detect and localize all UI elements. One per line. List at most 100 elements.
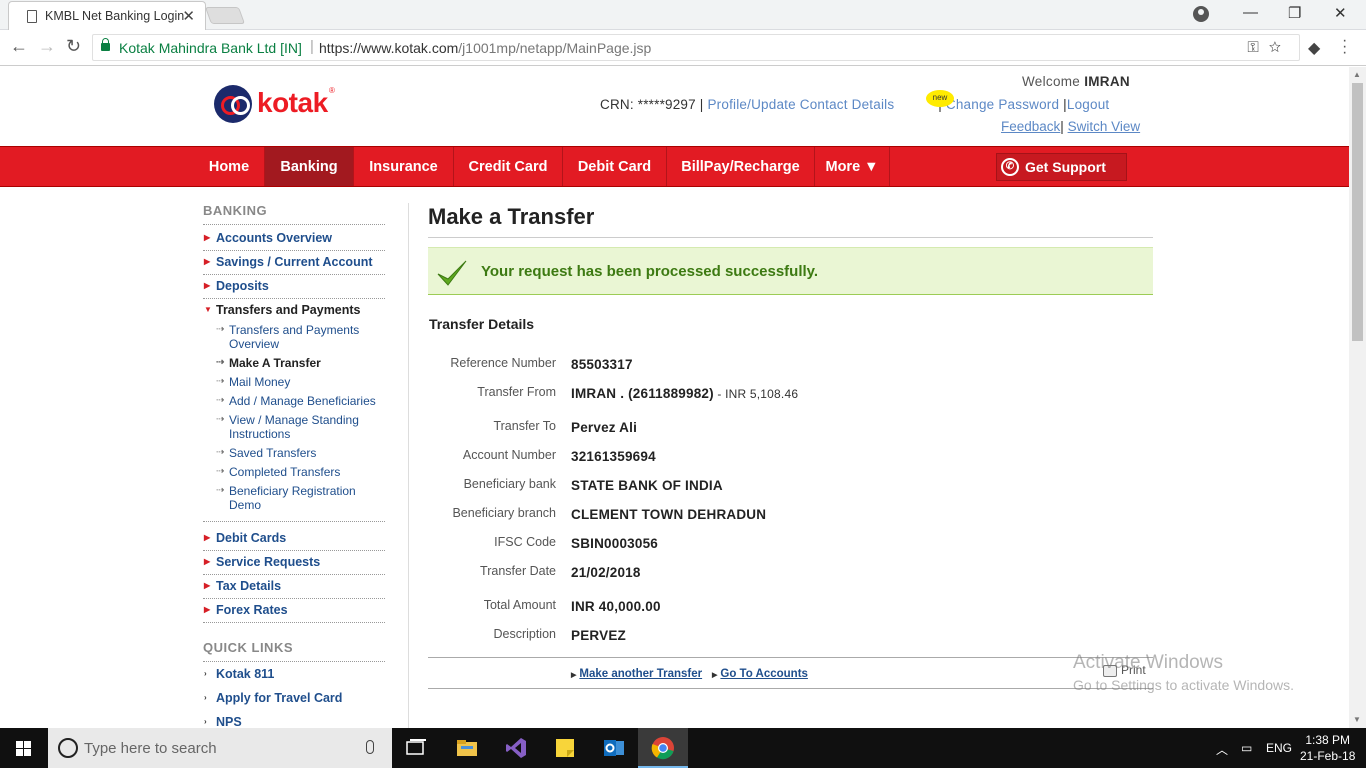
sidebar-item-accounts-overview[interactable]: ▶ Accounts Overview <box>203 227 385 251</box>
welcome-text: Welcome IMRAN <box>1022 74 1130 89</box>
new-tab-button[interactable] <box>204 7 246 24</box>
forward-icon[interactable]: → <box>38 36 56 57</box>
nav-home[interactable]: Home <box>194 147 265 186</box>
sub-arrow-icon: ⇢ <box>216 466 225 477</box>
sidebar-subitem-standing-instructions[interactable]: ⇢ View / Manage Standing Instructions <box>216 413 385 441</box>
tab-title: KMBL Net Banking Login <box>45 9 185 23</box>
bullet-arrow-icon: ▶ <box>204 581 211 590</box>
url-input[interactable]: Kotak Mahindra Bank Ltd [IN] | https://w… <box>92 34 1300 61</box>
sticky-notes-icon[interactable] <box>553 736 577 760</box>
sidebar-subitem-registration-demo[interactable]: ⇢ Beneficiary Registration Demo <box>216 484 385 512</box>
quick-link-travel-card[interactable]: › Apply for Travel Card <box>203 687 385 711</box>
get-support-button[interactable]: ✆ Get Support <box>996 153 1127 181</box>
sidebar-item-debit-cards[interactable]: ▶ Debit Cards <box>203 527 385 551</box>
secondary-links: Feedback| Switch View <box>1001 119 1140 134</box>
tray-chevron-icon[interactable]: ︿ <box>1216 741 1228 758</box>
value-beneficiary-branch: CLEMENT TOWN DEHRADUN <box>571 507 767 522</box>
close-window-button[interactable]: ✕ <box>1334 4 1347 22</box>
feedback-link[interactable]: Feedback <box>1001 119 1060 134</box>
scrollbar-thumb[interactable] <box>1352 83 1363 341</box>
page-title: Make a Transfer <box>428 204 595 229</box>
profile-link[interactable]: Profile/Update Contact Details <box>707 97 894 112</box>
sidebar-subitem-beneficiaries[interactable]: ⇢ Add / Manage Beneficiaries <box>216 394 385 408</box>
sidebar-subitem-saved-transfers[interactable]: ⇢ Saved Transfers <box>216 446 385 460</box>
value-transfer-date: 21/02/2018 <box>571 565 641 580</box>
label-beneficiary-bank: Beneficiary bank <box>463 477 556 491</box>
secure-site-name: Kotak Mahindra Bank Ltd [IN] <box>119 40 302 56</box>
make-another-transfer-link[interactable]: ▶ Make another Transfer <box>571 668 702 680</box>
nav-debit-card[interactable]: Debit Card <box>563 147 667 186</box>
bullet-arrow-icon: › <box>204 693 207 702</box>
page-scrollbar[interactable]: ▲ ▼ <box>1349 67 1366 728</box>
label-account-number: Account Number <box>462 448 556 462</box>
bullet-arrow-icon: ▶ <box>204 533 211 542</box>
browser-menu-icon[interactable]: · · · <box>1342 33 1347 61</box>
nav-credit-card[interactable]: Credit Card <box>454 147 563 186</box>
lock-icon <box>101 38 110 51</box>
restore-button[interactable]: ❐ <box>1288 4 1301 22</box>
quick-link-kotak-811[interactable]: › Kotak 811 <box>203 663 385 687</box>
browser-tab[interactable]: KMBL Net Banking Login ✕ <box>8 1 206 30</box>
sidebar-item-forex-rates[interactable]: ▶ Forex Rates <box>203 599 385 623</box>
outlook-icon[interactable] <box>602 736 626 760</box>
crn-number: CRN: *****9297 | <box>600 97 704 112</box>
sidebar-subitem-transfers-overview[interactable]: ⇢ Transfers and Payments Overview <box>216 323 385 351</box>
taskbar-search-input[interactable]: Type here to search <box>48 728 392 768</box>
back-icon[interactable]: ← <box>10 36 28 57</box>
taskbar-clock[interactable]: 1:38 PM 21-Feb-18 <box>1300 732 1355 764</box>
minimize-button[interactable]: — <box>1243 4 1258 21</box>
crn-line: CRN: *****9297 | Profile/Update Contact … <box>600 97 1109 112</box>
value-beneficiary-bank: STATE BANK OF INDIA <box>571 478 723 493</box>
nav-more[interactable]: More ▼ <box>815 147 890 186</box>
battery-icon[interactable]: ▭ <box>1241 741 1252 755</box>
switch-view-link[interactable]: Switch View <box>1068 119 1141 134</box>
sidebar-subitem-make-transfer[interactable]: ⇢ Make A Transfer <box>216 356 385 370</box>
visual-studio-icon[interactable] <box>504 736 528 760</box>
search-placeholder: Type here to search <box>84 740 217 757</box>
task-view-icon[interactable] <box>404 736 428 760</box>
checkmark-icon <box>437 260 467 286</box>
logout-link[interactable]: Logout <box>1067 97 1110 112</box>
sidebar-item-tax-details[interactable]: ▶ Tax Details <box>203 575 385 599</box>
main-navbar: Home Banking Insurance Credit Card Debit… <box>0 146 1350 187</box>
close-tab-icon[interactable]: ✕ <box>182 7 195 25</box>
bullet-arrow-icon: ▶ <box>204 257 211 266</box>
extension-icon[interactable]: ◆ <box>1308 38 1320 58</box>
banking-sidebar: BANKING ▶ Accounts Overview ▶ Savings / Cu… <box>203 203 385 728</box>
scroll-up-icon[interactable]: ▲ <box>1353 70 1361 79</box>
profile-icon[interactable] <box>1193 6 1209 22</box>
nav-insurance[interactable]: Insurance <box>354 147 454 186</box>
key-star-icons[interactable]: ⚿☆ <box>1247 39 1291 56</box>
sidebar-subitem-completed-transfers[interactable]: ⇢ Completed Transfers <box>216 465 385 479</box>
change-password-link[interactable]: Change Password <box>946 97 1059 112</box>
language-indicator[interactable]: ENG <box>1266 741 1292 755</box>
new-badge: new <box>926 90 954 107</box>
value-reference-number: 85503317 <box>571 357 633 372</box>
windows-start-icon[interactable] <box>16 741 32 756</box>
nav-billpay-recharge[interactable]: BillPay/Recharge <box>667 147 815 186</box>
bullet-arrow-icon: ▶ <box>204 557 211 566</box>
sidebar-item-savings-current[interactable]: ▶ Savings / Current Account <box>203 251 385 275</box>
sidebar-item-transfers-payments[interactable]: ▼ Transfers and Payments <box>203 299 385 323</box>
chrome-icon[interactable] <box>651 736 675 760</box>
nav-banking[interactable]: Banking <box>265 147 354 186</box>
cortana-icon <box>58 738 78 758</box>
sidebar-item-service-requests[interactable]: ▶ Service Requests <box>203 551 385 575</box>
go-to-accounts-link[interactable]: ▶ Go To Accounts <box>712 668 808 680</box>
sidebar-item-deposits[interactable]: ▶ Deposits <box>203 275 385 299</box>
sidebar-subitem-mail-money[interactable]: ⇢ Mail Money <box>216 375 385 389</box>
reload-icon[interactable]: ↻ <box>66 36 81 57</box>
sub-arrow-icon: ⇢ <box>216 324 225 335</box>
quick-link-nps[interactable]: › NPS <box>203 711 385 728</box>
clock-date: 21-Feb-18 <box>1300 749 1356 763</box>
file-explorer-icon[interactable] <box>455 736 479 760</box>
windows-taskbar: Type here to search ︿ ▭ ENG 1:38 PM 21-F… <box>0 728 1366 768</box>
section-title: Transfer Details <box>429 316 535 332</box>
expanded-arrow-icon: ▼ <box>204 305 212 314</box>
sub-arrow-icon: ⇢ <box>216 414 225 425</box>
scroll-down-icon[interactable]: ▼ <box>1353 715 1361 724</box>
microphone-icon[interactable] <box>366 740 374 754</box>
bullet-arrow-icon: ▶ <box>204 233 211 242</box>
label-transfer-date: Transfer Date <box>480 564 556 578</box>
sub-arrow-icon: ⇢ <box>216 376 225 387</box>
